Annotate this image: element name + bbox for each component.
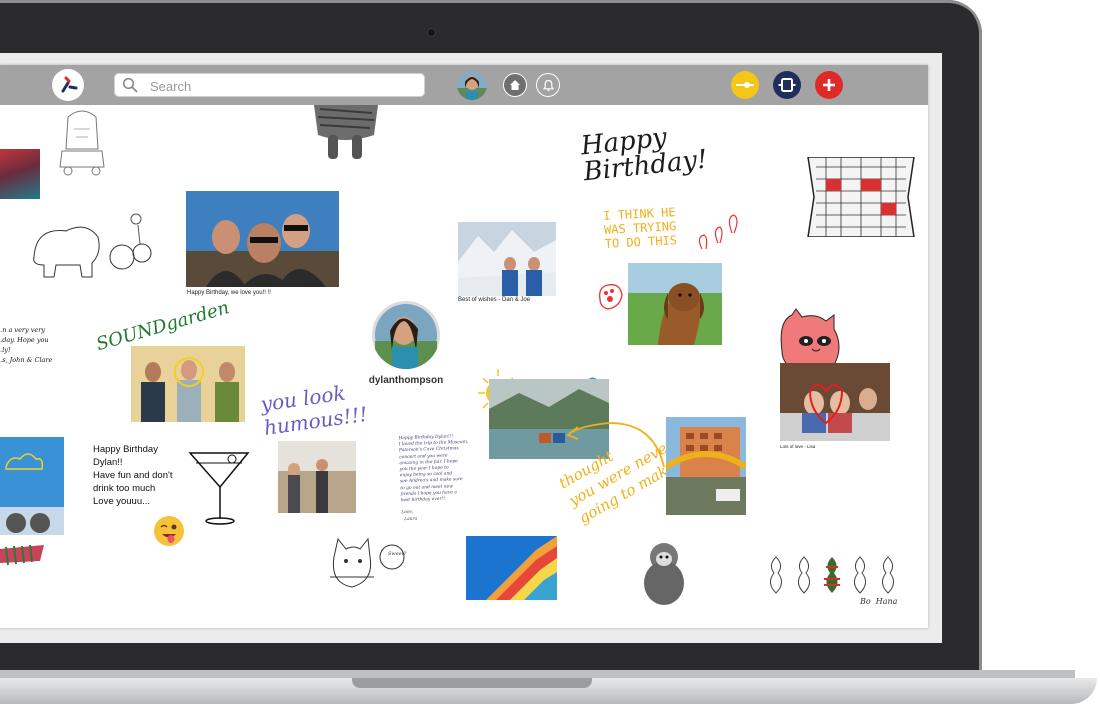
paw-doodle <box>599 284 623 310</box>
signature: Bo Hana <box>860 597 898 606</box>
home-button[interactable] <box>503 73 527 97</box>
notifications-button[interactable] <box>536 73 560 97</box>
laptop-hinge <box>0 670 1075 678</box>
photo-post-sunset[interactable] <box>0 149 40 199</box>
home-icon <box>510 80 520 90</box>
photo-post-stairs[interactable] <box>466 536 557 600</box>
profile-avatar[interactable] <box>372 301 440 369</box>
handwritten-letter[interactable]: Happy Birthday Dylan!!! I loved the trip… <box>399 434 471 523</box>
sketch-cat[interactable] <box>328 537 406 593</box>
happy-birthday-lettering[interactable]: Happy Birthday! <box>579 121 709 188</box>
search-bar[interactable] <box>114 73 425 97</box>
laptop-notch <box>352 678 592 688</box>
add-post-button[interactable] <box>815 71 843 99</box>
top-toolbar <box>0 65 928 105</box>
photo-post-band[interactable] <box>131 346 245 422</box>
sketch-figures[interactable] <box>766 555 900 601</box>
photo-post-sky[interactable] <box>0 437 64 535</box>
sketch-caterpillar <box>0 544 44 566</box>
user-avatar[interactable] <box>457 70 487 100</box>
family-caption: Lots of love - Lisa <box>780 444 816 449</box>
sketch-robot[interactable] <box>54 109 110 179</box>
sketch-gorilla[interactable] <box>638 539 690 611</box>
sketch-building-red[interactable] <box>806 157 916 237</box>
photo-post-building[interactable] <box>666 417 746 515</box>
photo-post-couple[interactable] <box>278 441 356 513</box>
connect-button[interactable] <box>731 71 759 99</box>
connect-icon <box>736 82 754 88</box>
app-logo-icon[interactable] <box>52 69 84 101</box>
search-icon <box>122 77 138 93</box>
you-look-handwriting[interactable]: you look humous!!! <box>259 378 369 440</box>
plus-icon <box>823 79 835 91</box>
winking-emoji-icon[interactable] <box>153 515 185 547</box>
photo-post-family[interactable] <box>780 363 890 441</box>
search-input[interactable] <box>148 76 412 96</box>
bell-icon <box>542 79 554 91</box>
frame-icon <box>778 78 796 92</box>
sketch-hearts <box>698 214 738 250</box>
photo-post-dog[interactable] <box>628 263 722 345</box>
webcam <box>427 28 436 37</box>
laptop-base <box>0 670 1100 727</box>
laptop-screen: Happy Birthday! <box>0 53 942 643</box>
dog-handwriting[interactable]: I THINK HE WAS TRYING TO DO THIS <box>603 205 677 251</box>
selfie-caption: Happy Birthday, we love you!! !! <box>187 290 271 296</box>
sketch-animals[interactable] <box>26 207 156 291</box>
mountain-caption: Best of wishes - Dan & Joe <box>458 297 531 303</box>
frame-button[interactable] <box>773 71 801 99</box>
app-window: Happy Birthday! <box>0 65 928 628</box>
cat-bubble-text: Sweet? <box>388 551 407 557</box>
note-birthday[interactable]: Happy Birthday Dylan!! Have fun and don'… <box>93 443 172 508</box>
profile-username[interactable]: dylanthompson <box>358 375 454 386</box>
sketch-monster[interactable] <box>312 105 380 163</box>
martini-glass-icon[interactable] <box>188 445 250 527</box>
arrow-doodle <box>566 422 665 468</box>
birthday-board: Happy Birthday! Happy Birthday, we love … <box>0 105 928 628</box>
photo-post-selfie[interactable] <box>186 191 339 287</box>
note-left[interactable]: ...n a very very ...day. Hope you ...ly!… <box>0 325 52 365</box>
photo-post-mountain[interactable] <box>458 222 556 296</box>
